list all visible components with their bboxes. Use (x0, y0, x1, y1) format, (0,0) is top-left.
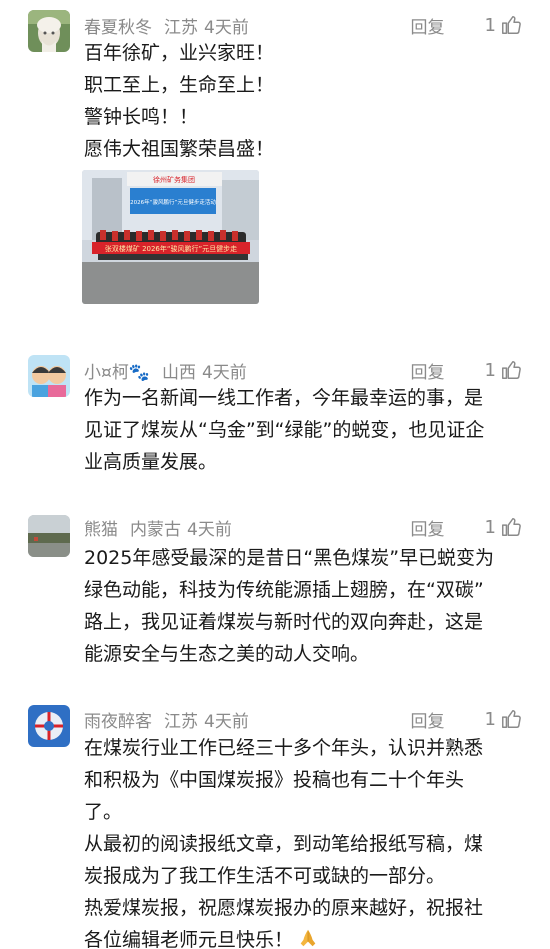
comment-text: 2025年感受最深的是昔日“黑色煤炭”早已蜕变为 绿色动能，科技为传统能源插上翅… (84, 542, 526, 670)
comment-line: 和积极为《中国煤炭报》投稿也有二十个年头 (84, 769, 465, 791)
location: 内蒙古 (130, 519, 181, 540)
avatar[interactable] (28, 10, 70, 52)
comment-line: 路上，我见证着煤炭与新时代的双向奔赴，这是 (84, 611, 484, 633)
comment-meta: 雨夜醉客 江苏 4天前 (84, 704, 249, 734)
username[interactable]: 熊猫 (84, 515, 118, 540)
folded-hands-icon (300, 929, 316, 947)
avatar[interactable] (28, 515, 70, 557)
comment-actions: 回复 1 (411, 355, 522, 385)
comment-line: 了。 (84, 801, 123, 823)
comment-line: 业高质量发展。 (84, 451, 218, 473)
thumbs-up-icon[interactable] (500, 14, 522, 36)
comment-line: 警钟长鸣！！ (84, 106, 199, 128)
comment-line: 在煤炭行业工作已经三十多个年头，认识并熟悉 (84, 737, 484, 759)
timestamp: 4天前 (204, 17, 249, 38)
comment-text: 百年徐矿，业兴家旺！ 职工至上，生命至上！ 警钟长鸣！！ 愿伟大祖国繁荣昌盛！ (84, 37, 526, 165)
comment-line: 绿色动能，科技为传统能源插上翅膀，在“双碳” (84, 579, 484, 601)
reply-button[interactable]: 回复 (411, 358, 445, 383)
thumbs-up-icon[interactable] (500, 516, 522, 538)
comment-meta: 熊猫 内蒙古 4天前 (84, 512, 232, 542)
comment-line: 从最初的阅读报纸文章，到动笔给报纸写稿，煤 (84, 833, 484, 855)
photo-logo-text: 徐州矿务集团 (153, 175, 195, 184)
thumbs-up-icon[interactable] (500, 359, 522, 381)
avatar[interactable] (28, 355, 70, 397)
avatar[interactable] (28, 705, 70, 747)
photo-banner-text: 张双楼煤矿 2026年“骏风鹏行”元旦健步走 (105, 244, 237, 253)
location: 江苏 (164, 17, 198, 38)
comment-text: 在煤炭行业工作已经三十多个年头，认识并熟悉 和积极为《中国煤炭报》投稿也有二十个… (84, 732, 526, 949)
comment-line-text: 各位编辑老师元旦快乐！ (84, 929, 294, 949)
comment-line: 能源安全与生态之美的动人交响。 (84, 643, 370, 665)
reply-button[interactable]: 回复 (411, 515, 445, 540)
comment-line: 炭报成为了我工作生活不可或缺的一部分。 (84, 865, 446, 887)
location: 山西 (161, 362, 196, 383)
like-count: 1 (484, 708, 496, 730)
comment-line: 作为一名新闻一线工作者，今年最幸运的事，是 (84, 387, 484, 409)
comment-line: 见证了煤炭从“乌金”到“绿能”的蜕变，也见证企 (84, 419, 485, 441)
comment-photo[interactable]: 徐州矿务集团 2026年“骏风鹏行”元旦健步走活动 张双楼煤矿 2026年“骏风… (82, 170, 259, 304)
comment-actions: 回复 1 (411, 512, 522, 542)
comment-item: 熊猫 内蒙古 4天前 回复 1 2025年感受最深的是昔日“黑色煤炭”早已蜕变为… (0, 505, 550, 695)
comment-line: 百年徐矿，业兴家旺！ (84, 42, 275, 64)
comment-meta: 小¤柯🐾 山西 4天前 (84, 355, 247, 385)
like-count: 1 (484, 359, 496, 381)
timestamp: 4天前 (204, 711, 249, 732)
username[interactable]: 小¤柯🐾 (84, 358, 150, 383)
location: 江苏 (164, 711, 198, 732)
like-count: 1 (484, 516, 496, 538)
comment-actions: 回复 1 (411, 704, 522, 734)
comment-line: 各位编辑老师元旦快乐！ (84, 924, 526, 949)
username[interactable]: 春夏秋冬 (84, 13, 152, 38)
comment-line: 愿伟大祖国繁荣昌盛！ (84, 138, 275, 160)
comment-item: 小¤柯🐾 山西 4天前 回复 1 作为一名新闻一线工作者，今年最幸运的事，是 见… (0, 345, 550, 505)
comment-item: 雨夜醉客 江苏 4天前 回复 1 在煤炭行业工作已经三十多个年头，认识并熟悉 和… (0, 695, 550, 949)
comment-actions: 回复 1 (411, 10, 522, 40)
comment-item: 春夏秋冬 江苏 4天前 回复 1 百年徐矿，业兴家旺！ 职工至上，生命至上！ 警… (0, 0, 550, 330)
like-count: 1 (484, 14, 496, 36)
username[interactable]: 雨夜醉客 (84, 707, 152, 732)
timestamp: 4天前 (187, 519, 232, 540)
timestamp: 4天前 (201, 362, 247, 383)
thumbs-up-icon[interactable] (500, 708, 522, 730)
reply-button[interactable]: 回复 (411, 13, 445, 38)
comment-line: 热爱煤炭报，祝愿煤炭报办的原来越好，祝报社 (84, 897, 484, 919)
comment-line: 2025年感受最深的是昔日“黑色煤炭”早已蜕变为 (84, 547, 495, 569)
photo-screen-text: 2026年“骏风鹏行”元旦健步走活动 (130, 198, 216, 206)
comment-text: 作为一名新闻一线工作者，今年最幸运的事，是 见证了煤炭从“乌金”到“绿能”的蜕变… (84, 382, 526, 478)
comment-line: 职工至上，生命至上！ (84, 74, 275, 96)
comment-meta: 春夏秋冬 江苏 4天前 (84, 10, 249, 40)
reply-button[interactable]: 回复 (411, 707, 445, 732)
